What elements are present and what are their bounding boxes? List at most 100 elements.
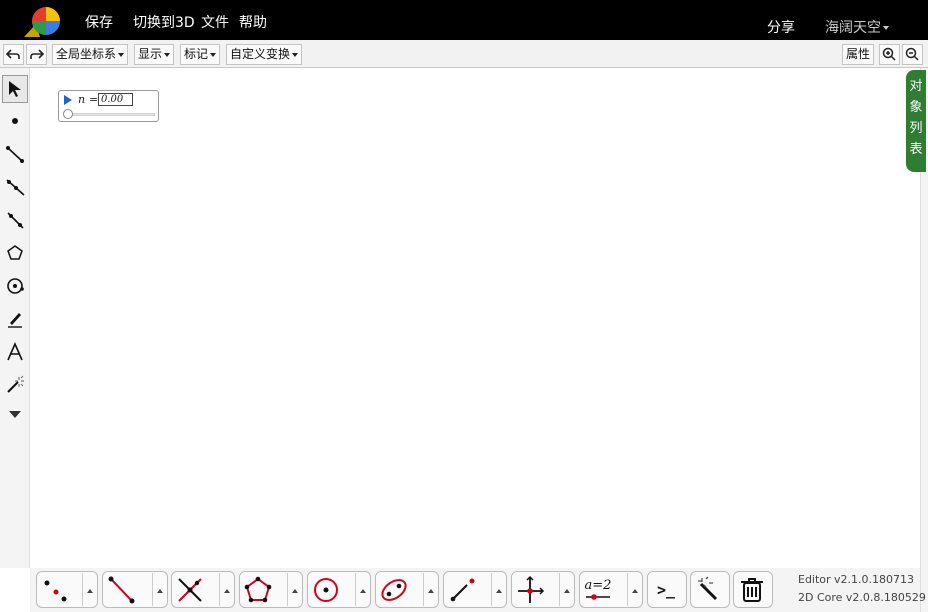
line-icon: [7, 212, 24, 229]
slider-equals: =: [89, 93, 99, 106]
bottom-toolbar: a=2 >_ Editor v2.1.0.180713 2D Core v2.0…: [30, 568, 926, 612]
pen-icon: [8, 313, 22, 328]
redo-button[interactable]: [26, 44, 47, 65]
polygon-icon: [244, 576, 272, 603]
properties-button[interactable]: 属性: [842, 44, 875, 65]
ellipse-icon: [381, 579, 407, 601]
vector-group-caret[interactable]: [491, 573, 506, 606]
editor-version: Editor v2.1.0.180713: [798, 573, 915, 586]
user-menu[interactable]: 海阔天空: [825, 17, 889, 37]
command-button[interactable]: >_: [647, 571, 687, 608]
circle-icon: [314, 578, 338, 602]
mark-label: 标记: [184, 47, 209, 61]
delete-button[interactable]: [733, 571, 773, 608]
magic-wand-icon: [7, 375, 24, 393]
line-tool[interactable]: [2, 207, 28, 235]
measure-group[interactable]: a=2: [579, 571, 643, 608]
point-tool[interactable]: [2, 108, 28, 136]
play-icon[interactable]: [64, 95, 72, 105]
point-group-caret[interactable]: [82, 573, 97, 606]
point-icon: [12, 118, 18, 124]
zoom-out-icon: [905, 47, 919, 61]
drawing-canvas[interactable]: [30, 68, 920, 568]
share-button[interactable]: 分享: [767, 17, 795, 37]
display-dropdown[interactable]: 显示: [134, 44, 175, 65]
measure-group-caret[interactable]: [627, 573, 642, 606]
menu-file[interactable]: 文件: [201, 12, 229, 32]
vector-group[interactable]: [443, 571, 507, 608]
measure-label: a=2: [585, 578, 612, 593]
parameter-slider[interactable]: n = 0.00: [58, 90, 159, 122]
circle-group[interactable]: [307, 571, 371, 608]
circle-icon: [7, 278, 24, 294]
segment-icon: [6, 146, 24, 163]
coordinate-system-label: 全局坐标系: [56, 47, 117, 61]
more-down-icon: [9, 411, 21, 418]
undo-icon: [5, 49, 20, 59]
select-arrow-icon: [9, 81, 21, 97]
caret-down-icon: [118, 52, 125, 57]
slider-knob[interactable]: [63, 109, 73, 119]
magic-button[interactable]: [690, 571, 730, 608]
segment-group-caret[interactable]: [152, 573, 167, 606]
conic-group-caret[interactable]: [423, 573, 438, 606]
object-list-tab[interactable]: 对象列表: [906, 70, 926, 172]
axes-icon: [518, 575, 545, 603]
segment-group[interactable]: [102, 571, 168, 608]
polygon-tool[interactable]: [2, 240, 28, 268]
redo-icon: [30, 49, 45, 59]
ray-tool[interactable]: [2, 174, 28, 202]
chevron-down-icon: [883, 26, 889, 30]
segment-icon: [108, 576, 135, 604]
object-list-label: 对象列表: [909, 79, 923, 157]
circle-group-caret[interactable]: [355, 573, 370, 606]
points-icon: [44, 580, 67, 602]
zoom-in-button[interactable]: [879, 44, 900, 65]
left-tool-strip: [0, 68, 30, 568]
view-toolbar: 全局坐标系 显示 标记 自定义变换 属性: [0, 40, 928, 68]
menu-switch-3d[interactable]: 切换到3D: [133, 12, 195, 32]
caret-down-icon: [210, 52, 217, 57]
zoom-in-icon: [882, 47, 896, 61]
select-tool[interactable]: [2, 75, 28, 103]
ray-icon: [6, 179, 25, 196]
menu-save[interactable]: 保存: [85, 12, 113, 32]
polygon-group[interactable]: [239, 571, 303, 608]
slider-track[interactable]: [65, 113, 155, 116]
zoom-out-button[interactable]: [902, 44, 923, 65]
slider-value-input[interactable]: 0.00: [98, 93, 133, 106]
segment-tool[interactable]: [2, 141, 28, 169]
point-group[interactable]: [36, 571, 98, 608]
terminal-icon: >_: [657, 581, 676, 599]
polygon-icon: [7, 245, 23, 260]
core-version: 2D Core v2.0.8.180529: [798, 591, 926, 604]
mark-dropdown[interactable]: 标记: [180, 44, 221, 65]
coordinate-system-dropdown[interactable]: 全局坐标系: [52, 44, 129, 65]
custom-transform-dropdown[interactable]: 自定义变换: [226, 44, 303, 65]
menu-help[interactable]: 帮助: [239, 12, 267, 32]
top-menu-bar: 保存 切换到3D 文件 帮助 分享 海阔天空: [0, 0, 928, 40]
command-label: >_: [657, 581, 676, 599]
more-tools-button[interactable]: [2, 405, 28, 423]
text-icon: [7, 342, 23, 361]
magic-wand-tool[interactable]: [2, 372, 28, 400]
caret-down-icon: [164, 52, 171, 57]
measure-icon: a=2: [585, 578, 612, 600]
axes-group-caret[interactable]: [559, 573, 574, 606]
custom-transform-label: 自定义变换: [230, 47, 291, 61]
display-label: 显示: [138, 47, 163, 61]
conic-group[interactable]: [375, 571, 439, 608]
text-tool[interactable]: [2, 339, 28, 367]
intersect-group-caret[interactable]: [219, 573, 234, 606]
caret-down-icon: [292, 52, 299, 57]
undo-button[interactable]: [3, 44, 24, 65]
circle-tool[interactable]: [2, 273, 28, 301]
polygon-group-caret[interactable]: [287, 573, 302, 606]
pen-tool[interactable]: [2, 306, 28, 334]
intersection-icon: [178, 578, 202, 602]
axes-group[interactable]: [511, 571, 575, 608]
app-logo[interactable]: [20, 4, 62, 42]
user-name: 海阔天空: [825, 20, 881, 36]
vector-icon: [450, 578, 475, 602]
intersect-group[interactable]: [171, 571, 235, 608]
